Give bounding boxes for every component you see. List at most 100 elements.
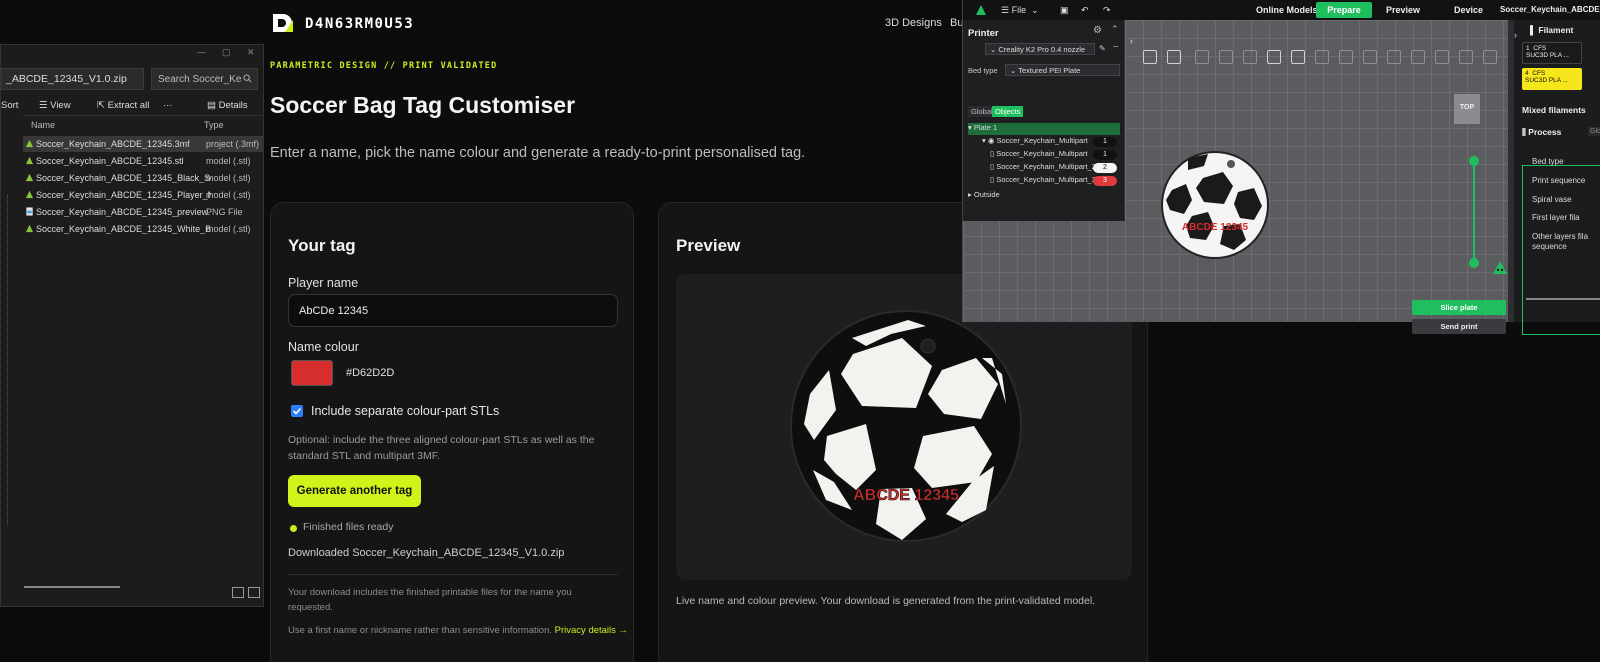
filament-badge[interactable]: 3 — [1093, 176, 1117, 186]
tag-3d-model[interactable]: ABCDE 12345 — [1158, 148, 1272, 262]
tab-preview[interactable]: Preview — [1386, 5, 1420, 15]
tree-object[interactable]: ▾ ◉ Soccer_Keychain_Multipart 1 — [968, 136, 1120, 148]
tiles-view-icon[interactable] — [248, 587, 260, 598]
column-name[interactable]: Name — [31, 120, 55, 130]
details-button[interactable]: ▤ Details — [207, 100, 248, 111]
details-view-icon[interactable] — [232, 587, 244, 598]
setting-bed-type[interactable]: Bed type — [1532, 157, 1564, 167]
outside-label: Outside — [973, 190, 1000, 199]
slicer-logo-icon[interactable] — [975, 4, 987, 16]
maximize-button[interactable]: ▢ — [222, 47, 231, 58]
tab-online-models[interactable]: Online Models — [1256, 5, 1318, 15]
view-button[interactable]: ☰ View — [39, 100, 71, 111]
wifi-icon[interactable]: ⌔ — [1112, 44, 1120, 54]
horizontal-scrollbar[interactable] — [24, 586, 120, 588]
process-heading[interactable]: ⫼ Process — [1522, 127, 1561, 138]
slice-plate-button[interactable]: Slice plate — [1412, 300, 1506, 315]
arrange-icon[interactable] — [1195, 50, 1209, 64]
file-row[interactable]: Soccer_Keychain_ABCDE_12345_Black_So... … — [23, 170, 263, 186]
collapse-panel-icon[interactable]: ‹ — [1130, 36, 1133, 46]
mixed-filaments-heading[interactable]: Mixed filaments — [1522, 105, 1586, 115]
address-bar[interactable]: _ABCDE_12345_V1.0.zip — [1, 68, 144, 90]
add-plate-icon[interactable] — [1167, 50, 1181, 64]
tree-plate[interactable]: ▾ Plate 1 — [968, 123, 1120, 135]
process-global-toggle[interactable]: Glo — [1588, 127, 1600, 136]
tree-outside[interactable]: ▸ Outside — [968, 190, 1120, 202]
measure-icon[interactable] — [1411, 50, 1425, 64]
file-row[interactable]: Soccer_Keychain_ABCDE_12345.stl model (.… — [23, 153, 263, 169]
close-button[interactable]: ✕ — [247, 47, 255, 58]
seam-paint-icon[interactable] — [1459, 50, 1473, 64]
edit-icon[interactable]: ✎ — [1099, 44, 1106, 53]
printer-select[interactable]: ⌄ Creality K2 Pro 0.4 nozzle — [985, 43, 1095, 55]
nav-3d-designs[interactable]: 3D Designs — [885, 17, 942, 29]
player-name-input[interactable]: AbCDe 12345 — [288, 294, 618, 327]
cut-icon[interactable] — [1387, 50, 1401, 64]
column-type[interactable]: Type — [204, 120, 224, 130]
layer-slider-top-handle[interactable] — [1469, 156, 1479, 166]
name-colour-picker[interactable] — [291, 360, 333, 386]
search-input[interactable]: Search Soccer_Ke — [151, 68, 258, 90]
file-explorer-window: — ▢ ✕ _ABCDE_12345_V1.0.zip Search Socce… — [0, 44, 264, 607]
layer-slider-bottom-handle[interactable] — [1469, 258, 1479, 268]
undo-icon[interactable]: ↶ — [1081, 5, 1089, 16]
layer-slider[interactable] — [1469, 156, 1479, 268]
generate-tag-button[interactable]: Generate another tag — [288, 475, 421, 507]
support-paint-icon[interactable] — [1435, 50, 1449, 64]
include-parts-checkbox[interactable] — [291, 405, 303, 417]
sort-button[interactable]: Sort — [1, 100, 18, 111]
more-options-button[interactable]: ··· — [163, 100, 173, 111]
minimize-button[interactable]: — — [197, 47, 206, 57]
filament-slot-4[interactable]: 4 CFS SUC3D PLA ... — [1522, 68, 1582, 90]
redo-icon[interactable]: ↷ — [1103, 5, 1111, 16]
tab-device[interactable]: Device — [1454, 5, 1483, 15]
settings-gear-icon[interactable]: ⚙ — [1093, 25, 1102, 36]
layout-icon[interactable] — [1291, 50, 1305, 64]
preview-tag-text: ABCDE 12345 — [853, 487, 959, 504]
scale-icon[interactable] — [1363, 50, 1377, 64]
auto-icon[interactable] — [1267, 50, 1281, 64]
filament-slot-1[interactable]: 1 CFS SUC3D PLA ... — [1522, 42, 1582, 64]
filament-badge[interactable]: 1 — [1093, 137, 1117, 147]
file-row[interactable]: Soccer_Keychain_ABCDE_12345.3mf project … — [23, 136, 263, 152]
include-parts-label[interactable]: Include separate colour-part STLs — [311, 404, 499, 418]
tree-part[interactable]: ▯ Soccer_Keychain_Multipart 1 — [968, 149, 1120, 161]
bed-type-select[interactable]: ⌄ Textured PEI Plate — [1005, 64, 1120, 76]
sidebar-scrollbar[interactable] — [1526, 298, 1600, 300]
assistant-icon[interactable] — [1492, 260, 1508, 276]
move-icon[interactable] — [1315, 50, 1329, 64]
view-cube[interactable]: TOP — [1454, 94, 1480, 124]
brand-name[interactable]: D4N63RM0U53 — [305, 16, 414, 32]
setting-first-layer[interactable]: First layer fila — [1532, 213, 1580, 223]
orient-icon[interactable] — [1219, 50, 1233, 64]
menu-file[interactable]: ☰ File — [1001, 5, 1026, 16]
view-icon: ☰ — [39, 100, 51, 111]
setting-spiral-vase[interactable]: Spiral vase — [1532, 195, 1572, 205]
setting-print-sequence[interactable]: Print sequence — [1532, 176, 1585, 186]
brand-logo-icon[interactable] — [271, 12, 295, 34]
collapse-icon[interactable]: ⌃ — [1111, 24, 1119, 35]
expand-sidebar-icon[interactable]: › — [1514, 30, 1517, 40]
file-row[interactable]: Soccer_Keychain_ABCDE_12345_White_B... m… — [23, 221, 263, 237]
tree-part[interactable]: ▯ Soccer_Keychain_Multipart_2 2 — [968, 162, 1120, 174]
chevron-down-icon[interactable]: ⌄ — [1031, 5, 1039, 16]
tree-part[interactable]: ▯ Soccer_Keychain_Multipart_3 3 — [968, 175, 1120, 187]
filament-badge[interactable]: 1 — [1093, 150, 1117, 160]
filament-badge[interactable]: 2 — [1093, 163, 1117, 173]
save-icon[interactable]: ▣ — [1060, 5, 1069, 16]
split-icon[interactable] — [1243, 50, 1257, 64]
file-row[interactable]: Soccer_Keychain_ABCDE_12345_preview.... … — [23, 204, 263, 220]
text-tool-icon[interactable] — [1483, 50, 1497, 64]
extract-all-button[interactable]: ⇱ Extract all — [97, 100, 149, 111]
send-print-button[interactable]: Send print — [1412, 319, 1506, 334]
filament-ams-label: CFS — [1532, 70, 1546, 77]
add-cube-icon[interactable] — [1143, 50, 1157, 64]
eye-icon: ◉ — [987, 136, 997, 145]
setting-other-layers[interactable]: Other layers fila sequence — [1532, 232, 1592, 252]
tab-objects[interactable]: Objects — [992, 106, 1024, 117]
rotate-icon[interactable] — [1339, 50, 1353, 64]
privacy-details-link[interactable]: Privacy details → — [555, 625, 628, 636]
file-row[interactable]: Soccer_Keychain_ABCDE_12345_Player_N... … — [23, 187, 263, 203]
stl-file-icon — [25, 224, 34, 233]
tab-prepare[interactable]: Prepare — [1316, 2, 1372, 18]
